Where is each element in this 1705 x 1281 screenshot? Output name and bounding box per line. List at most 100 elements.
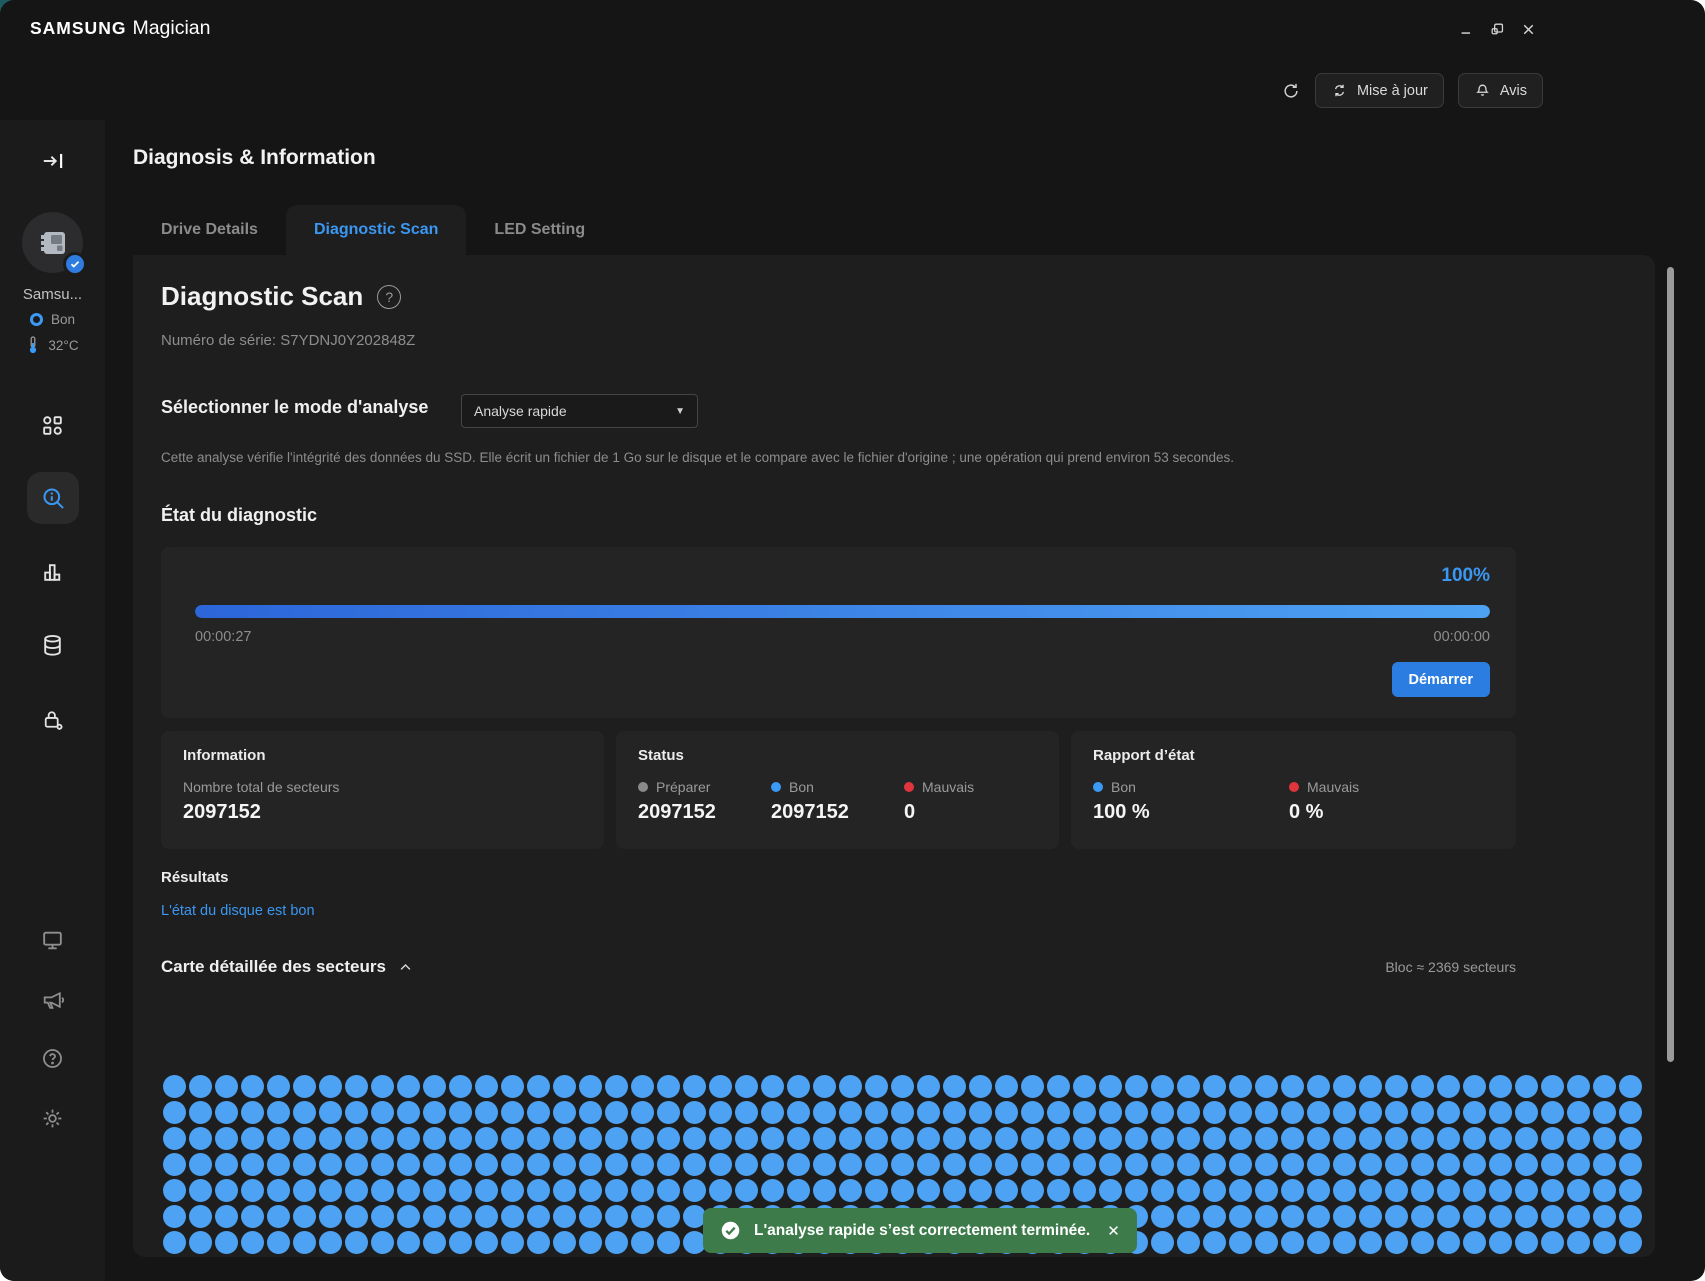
sector-dot [761,1179,784,1202]
sector-dot [761,1127,784,1150]
sector-dot [267,1127,290,1150]
sidebar-expand-button[interactable] [40,148,66,174]
status-card: Status Préparer 2097152 B [616,731,1059,849]
sector-dot [1489,1127,1512,1150]
minimize-button[interactable] [1457,20,1476,39]
tab-diagnostic-scan[interactable]: Diagnostic Scan [286,205,466,255]
sector-dot [1229,1231,1252,1254]
sector-dot [423,1205,446,1228]
sector-dot [917,1101,940,1124]
sector-dot [1333,1075,1356,1098]
sector-dot [1281,1179,1304,1202]
sector-dot [943,1127,966,1150]
sector-dot [293,1231,316,1254]
sector-dot [163,1075,186,1098]
sector-dot [1463,1205,1486,1228]
sector-dot [163,1231,186,1254]
sector-dot [1229,1127,1252,1150]
vertical-scrollbar[interactable] [1667,267,1674,1062]
tab-led-setting[interactable]: LED Setting [466,205,613,255]
sidebar-item-announcements[interactable] [0,987,105,1012]
sidebar-item-system[interactable] [0,928,105,953]
progress-bar-fill [195,605,1490,618]
sector-dot [1567,1127,1590,1150]
sector-dot [1255,1231,1278,1254]
chevron-down-icon: ▼ [675,406,685,417]
sector-dot [189,1231,212,1254]
sector-dot [371,1075,394,1098]
sector-dot [449,1127,472,1150]
restore-button[interactable] [1488,20,1507,39]
toast-close-icon[interactable]: ✕ [1107,1222,1120,1240]
sector-dot [917,1153,940,1176]
sidebar-item-help[interactable] [0,1046,105,1071]
sidebar-item-settings[interactable] [0,1106,105,1131]
sector-dot [1463,1231,1486,1254]
sector-dot [761,1101,784,1124]
sector-dot [501,1127,524,1150]
sector-dot [813,1127,836,1150]
sector-dot [839,1179,862,1202]
diagnostic-scan-panel: Diagnostic Scan ? Numéro de série: S7YDN… [133,255,1655,1257]
sector-dot [267,1179,290,1202]
sector-dot [605,1153,628,1176]
sector-dot [1073,1075,1096,1098]
sector-dot [1463,1127,1486,1150]
scan-mode-select[interactable]: Analyse rapide ▼ [461,394,698,428]
results-heading: Résultats [161,869,229,886]
sector-dot [1385,1127,1408,1150]
sidebar-item-dashboard[interactable] [0,413,105,438]
sector-dot [1541,1153,1564,1176]
scan-help-icon[interactable]: ? [377,285,401,309]
sector-dot [631,1179,654,1202]
sector-dot [1203,1127,1226,1150]
sector-dot [735,1153,758,1176]
update-button[interactable]: Mise à jour [1315,73,1444,108]
prepare-value: 2097152 [638,801,771,824]
drive-avatar[interactable] [22,212,83,273]
sector-dot [1619,1153,1642,1176]
bar-chart-icon [40,560,65,585]
notice-button[interactable]: Avis [1458,73,1543,108]
sidebar-item-performance[interactable] [0,560,105,585]
sector-dot [423,1179,446,1202]
sector-dot [163,1101,186,1124]
sector-dot [1255,1075,1278,1098]
sector-dot [371,1205,394,1228]
sector-dot [605,1231,628,1254]
sector-dot [345,1205,368,1228]
sidebar-item-drive-data[interactable] [0,633,105,658]
sector-dot [501,1101,524,1124]
good-label: Bon [789,779,814,795]
sector-dot [215,1205,238,1228]
sector-dot [1437,1101,1460,1124]
sector-dot [553,1101,576,1124]
sector-dot [657,1075,680,1098]
sector-dot [865,1101,888,1124]
sector-dot [1463,1075,1486,1098]
sector-dot [1359,1101,1382,1124]
close-button[interactable] [1519,20,1538,39]
sector-dot [969,1075,992,1098]
sector-dot [1385,1101,1408,1124]
prepare-label: Préparer [656,779,710,795]
tab-drive-details[interactable]: Drive Details [133,205,286,255]
sector-dot [423,1075,446,1098]
collapse-chevron-icon[interactable] [398,960,413,975]
sidebar-item-security[interactable] [0,707,105,732]
sector-dot [943,1075,966,1098]
sector-dot [1333,1153,1356,1176]
sector-dot [397,1127,420,1150]
sector-dot [1073,1179,1096,1202]
total-sectors-value: 2097152 [183,801,339,824]
sector-dot [163,1205,186,1228]
start-button[interactable]: Démarrer [1392,662,1491,697]
sector-dot [839,1153,862,1176]
sector-dot [995,1075,1018,1098]
sector-dot [345,1101,368,1124]
refresh-button[interactable] [1281,81,1301,101]
sector-dot [501,1205,524,1228]
sector-dot [865,1127,888,1150]
report-good-label: Bon [1111,779,1136,795]
sidebar-item-diagnosis[interactable] [27,472,79,524]
